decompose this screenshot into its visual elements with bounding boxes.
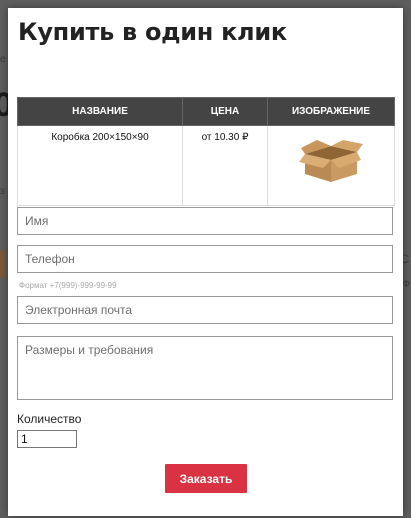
modal-title: Купить в один клик <box>18 18 287 46</box>
table-row: Коробка 200×150×90 от 10.30 ₽ <box>17 125 395 206</box>
quantity-label: Количество <box>17 412 82 426</box>
email-input[interactable] <box>17 296 393 324</box>
background-image-fragment <box>0 250 5 278</box>
background-fragment: Ф <box>402 279 410 290</box>
cardboard-box-icon <box>299 140 363 187</box>
product-price: от 10.30 ₽ <box>182 125 268 206</box>
order-button[interactable]: Заказать <box>165 464 247 493</box>
product-image-cell <box>267 125 395 206</box>
name-input[interactable] <box>17 207 393 235</box>
column-header-price: ЦЕНА <box>182 97 268 126</box>
phone-format-hint: Формат +7(999)-999-99-99 <box>19 281 117 290</box>
quantity-input[interactable] <box>17 430 77 448</box>
phone-input[interactable] <box>17 245 393 273</box>
requirements-textarea[interactable] <box>17 336 393 400</box>
background-fragment: з <box>0 186 5 197</box>
buy-one-click-modal: Купить в один клик НАЗВАНИЕ ЦЕНА ИЗОБРАЖ… <box>8 8 403 516</box>
product-name: Коробка 200×150×90 <box>17 125 183 206</box>
table-header-row: НАЗВАНИЕ ЦЕНА ИЗОБРАЖЕНИЕ <box>17 97 395 126</box>
product-table: НАЗВАНИЕ ЦЕНА ИЗОБРАЖЕНИЕ Коробка 200×15… <box>17 97 395 206</box>
column-header-image: ИЗОБРАЖЕНИЕ <box>267 97 395 126</box>
column-header-name: НАЗВАНИЕ <box>17 97 183 126</box>
background-fragment: е <box>0 54 6 65</box>
